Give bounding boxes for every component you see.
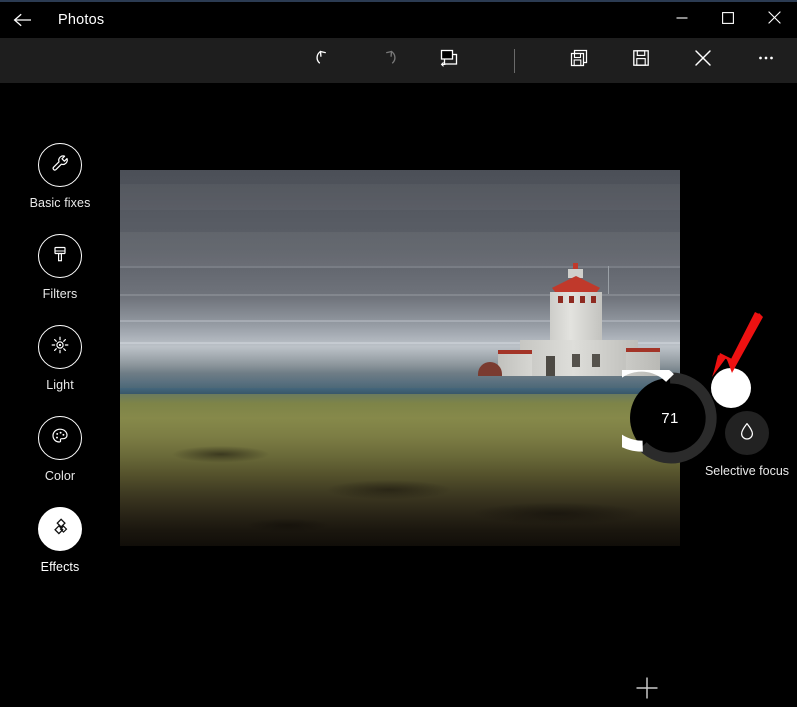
lighthouse-windows	[558, 296, 596, 303]
lighthouse-door	[546, 356, 555, 376]
editor-stage: Basic fixes Filters Light Color Effects …	[0, 83, 797, 698]
cancel-button[interactable]	[672, 38, 734, 83]
sidebar-item-label: Filters	[42, 287, 78, 301]
cloud-band	[120, 184, 680, 210]
save-icon	[629, 46, 653, 75]
sidebar-item-label: Basic fixes	[29, 196, 91, 210]
ellipsis-icon	[754, 46, 778, 75]
cloud-streak	[120, 266, 680, 268]
cloud-band	[120, 232, 680, 266]
sun-icon	[48, 333, 72, 362]
lighthouse-window	[572, 354, 580, 367]
light-circle	[38, 325, 82, 369]
wrench-icon	[48, 151, 72, 180]
effects-circle	[38, 507, 82, 551]
close-icon	[767, 11, 781, 29]
compare-button[interactable]	[418, 38, 480, 83]
undo-button[interactable]	[294, 38, 356, 83]
add-button[interactable]	[630, 673, 664, 707]
selective-focus-label: Selective focus	[704, 464, 790, 478]
title-bar: Photos	[0, 2, 797, 38]
sidebar-item-effects[interactable]: Effects	[0, 507, 120, 574]
color-circle	[38, 416, 82, 460]
horizon-sea-line	[120, 388, 680, 394]
app-title: Photos	[58, 12, 105, 28]
minimize-icon	[676, 11, 688, 29]
filters-circle	[38, 234, 82, 278]
lighthouse-red-roof	[552, 276, 600, 293]
save-a-copy-button[interactable]	[548, 38, 610, 83]
lighthouse-right-trim	[626, 348, 660, 352]
close-button[interactable]	[751, 2, 797, 38]
palette-icon	[48, 424, 72, 453]
maximize-button[interactable]	[705, 2, 751, 38]
plus-icon	[634, 675, 660, 706]
diamonds-icon	[48, 515, 72, 544]
undo-icon	[313, 46, 337, 75]
compare-icon	[437, 46, 461, 75]
right-panel-selective-focus[interactable]: Selective focus	[697, 411, 797, 478]
red-arrow-shape	[713, 312, 761, 375]
tool-sidebar: Basic fixes Filters Light Color Effects	[0, 83, 120, 632]
sidebar-item-label: Light	[46, 378, 74, 392]
sidebar-item-label: Effects	[40, 560, 80, 574]
back-button[interactable]	[0, 2, 46, 38]
grass-texture	[120, 398, 680, 546]
window-controls	[659, 2, 797, 38]
see-more-button[interactable]	[735, 38, 797, 83]
back-arrow-icon	[12, 11, 34, 29]
sidebar-item-light[interactable]: Light	[0, 325, 120, 392]
redo-button[interactable]	[356, 38, 418, 83]
sidebar-item-basic-fixes[interactable]: Basic fixes	[0, 143, 120, 210]
close-x-icon	[691, 46, 715, 75]
toolbar-divider	[513, 48, 515, 73]
water-drop-icon	[735, 419, 759, 448]
selective-focus-circle	[725, 411, 769, 455]
sidebar-item-filters[interactable]: Filters	[0, 234, 120, 301]
basic-fixes-circle	[38, 143, 82, 187]
lighthouse-window	[592, 354, 600, 367]
maximize-icon	[722, 11, 734, 29]
editor-toolbar	[0, 38, 797, 83]
lighthouse-left-trim	[498, 350, 532, 354]
dial-handle[interactable]	[711, 368, 751, 408]
photo-canvas[interactable]	[120, 170, 680, 546]
redo-icon	[375, 46, 399, 75]
paintbrush-icon	[48, 242, 72, 271]
sidebar-item-color[interactable]: Color	[0, 416, 120, 483]
sidebar-item-label: Color	[44, 469, 76, 483]
lighthouse-mast	[608, 266, 609, 294]
save-button[interactable]	[610, 38, 672, 83]
minimize-button[interactable]	[659, 2, 705, 38]
save-copy-icon	[567, 46, 591, 75]
